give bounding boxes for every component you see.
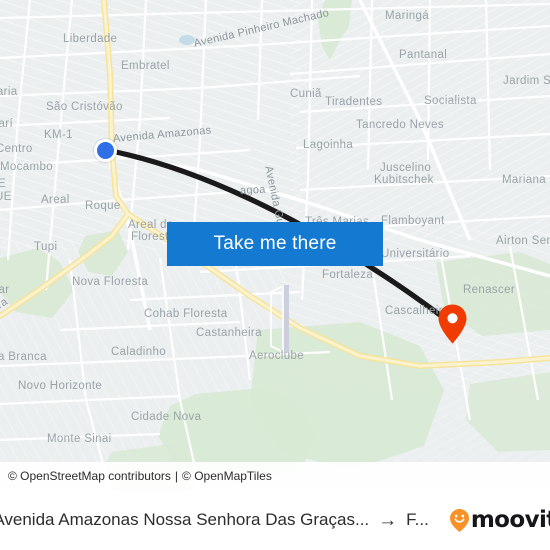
- trip-destination-label: F...: [406, 510, 429, 529]
- origin-location-dot[interactable]: [94, 139, 117, 162]
- moovit-logo[interactable]: moovit: [449, 507, 550, 533]
- destination-pin[interactable]: [437, 303, 468, 345]
- take-me-there-button[interactable]: Take me there: [167, 222, 383, 266]
- take-me-there-label: Take me there: [213, 233, 337, 254]
- moovit-trip-map-screen: Liberdade Embratel Maringá Pantanal lari…: [0, 0, 550, 550]
- arrow-right-icon: →: [378, 509, 398, 531]
- map-canvas[interactable]: Liberdade Embratel Maringá Pantanal lari…: [0, 0, 550, 490]
- trip-footer-bar: Avenida Amazonas Nossa Senhora Das Graça…: [0, 490, 550, 550]
- moovit-smile-pin-icon: [449, 508, 469, 532]
- trip-origin-label: Avenida Amazonas Nossa Senhora Das Graça…: [0, 510, 370, 529]
- trip-route-summary: Avenida Amazonas Nossa Senhora Das Graça…: [0, 507, 550, 533]
- moovit-wordmark: moovit: [470, 507, 550, 533]
